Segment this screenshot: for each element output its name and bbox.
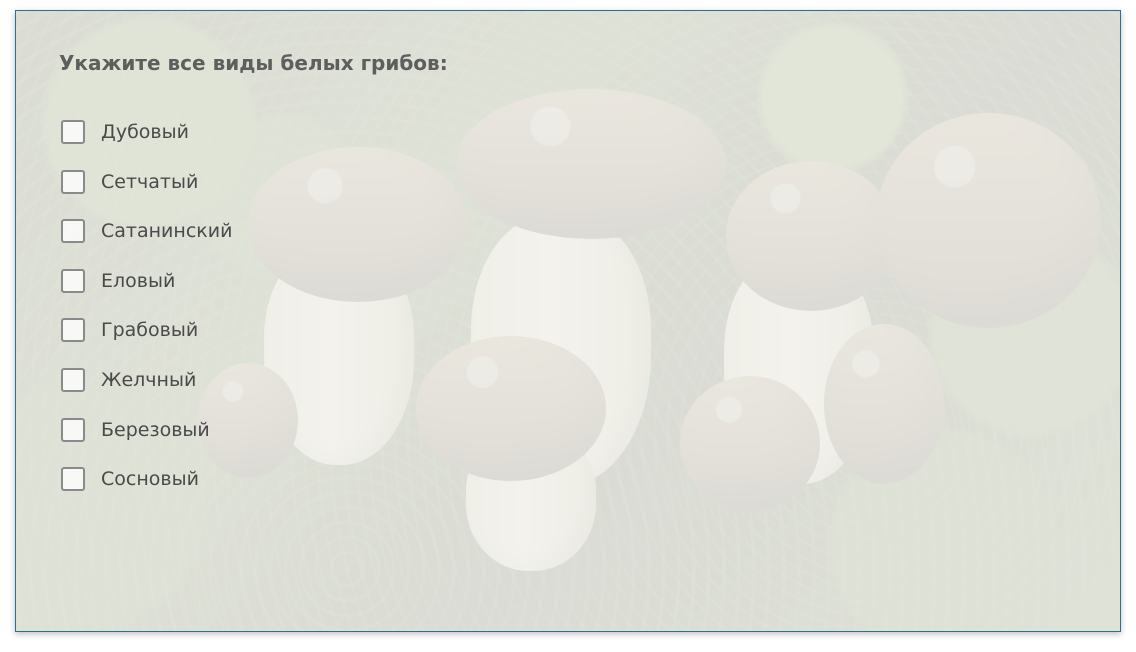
checkbox-unchecked-icon[interactable] bbox=[61, 219, 85, 244]
checkbox-unchecked-icon[interactable] bbox=[61, 120, 85, 144]
option-label[interactable]: Сатанинский bbox=[101, 219, 232, 243]
option-label[interactable]: Желчный bbox=[101, 368, 196, 392]
checkbox-unchecked-icon[interactable] bbox=[61, 467, 85, 492]
option-sataninskii[interactable]: Сатанинский bbox=[61, 211, 232, 251]
option-dubovyi[interactable]: Дубовый bbox=[61, 112, 232, 152]
option-label[interactable]: Грабовый bbox=[101, 318, 198, 342]
option-label[interactable]: Сосновый bbox=[101, 467, 199, 491]
checkbox-unchecked-icon[interactable] bbox=[61, 367, 85, 392]
checkbox-unchecked-icon[interactable] bbox=[61, 169, 85, 194]
option-label[interactable]: Дубовый bbox=[101, 120, 189, 144]
option-sosnovyi[interactable]: Сосновый bbox=[61, 459, 232, 499]
option-zhelchnyi[interactable]: Желчный bbox=[61, 360, 232, 400]
answer-options-list: Дубовый Сетчатый Сатанинский Еловый Граб… bbox=[61, 112, 232, 509]
quiz-card: Укажите все виды белых грибов: Дубовый С… bbox=[15, 10, 1121, 632]
option-elovyi[interactable]: Еловый bbox=[61, 261, 232, 301]
checkbox-unchecked-icon[interactable] bbox=[61, 318, 85, 343]
checkbox-unchecked-icon[interactable] bbox=[61, 417, 85, 442]
option-label[interactable]: Сетчатый bbox=[101, 170, 198, 194]
option-label[interactable]: Еловый bbox=[101, 269, 175, 293]
option-label[interactable]: Березовый bbox=[101, 418, 210, 442]
checkbox-unchecked-icon[interactable] bbox=[61, 268, 85, 293]
option-setchatyi[interactable]: Сетчатый bbox=[61, 162, 232, 202]
option-grabovyi[interactable]: Грабовый bbox=[61, 310, 232, 350]
option-berezovyi[interactable]: Березовый bbox=[61, 410, 232, 450]
quiz-question: Укажите все виды белых грибов: bbox=[59, 51, 448, 75]
